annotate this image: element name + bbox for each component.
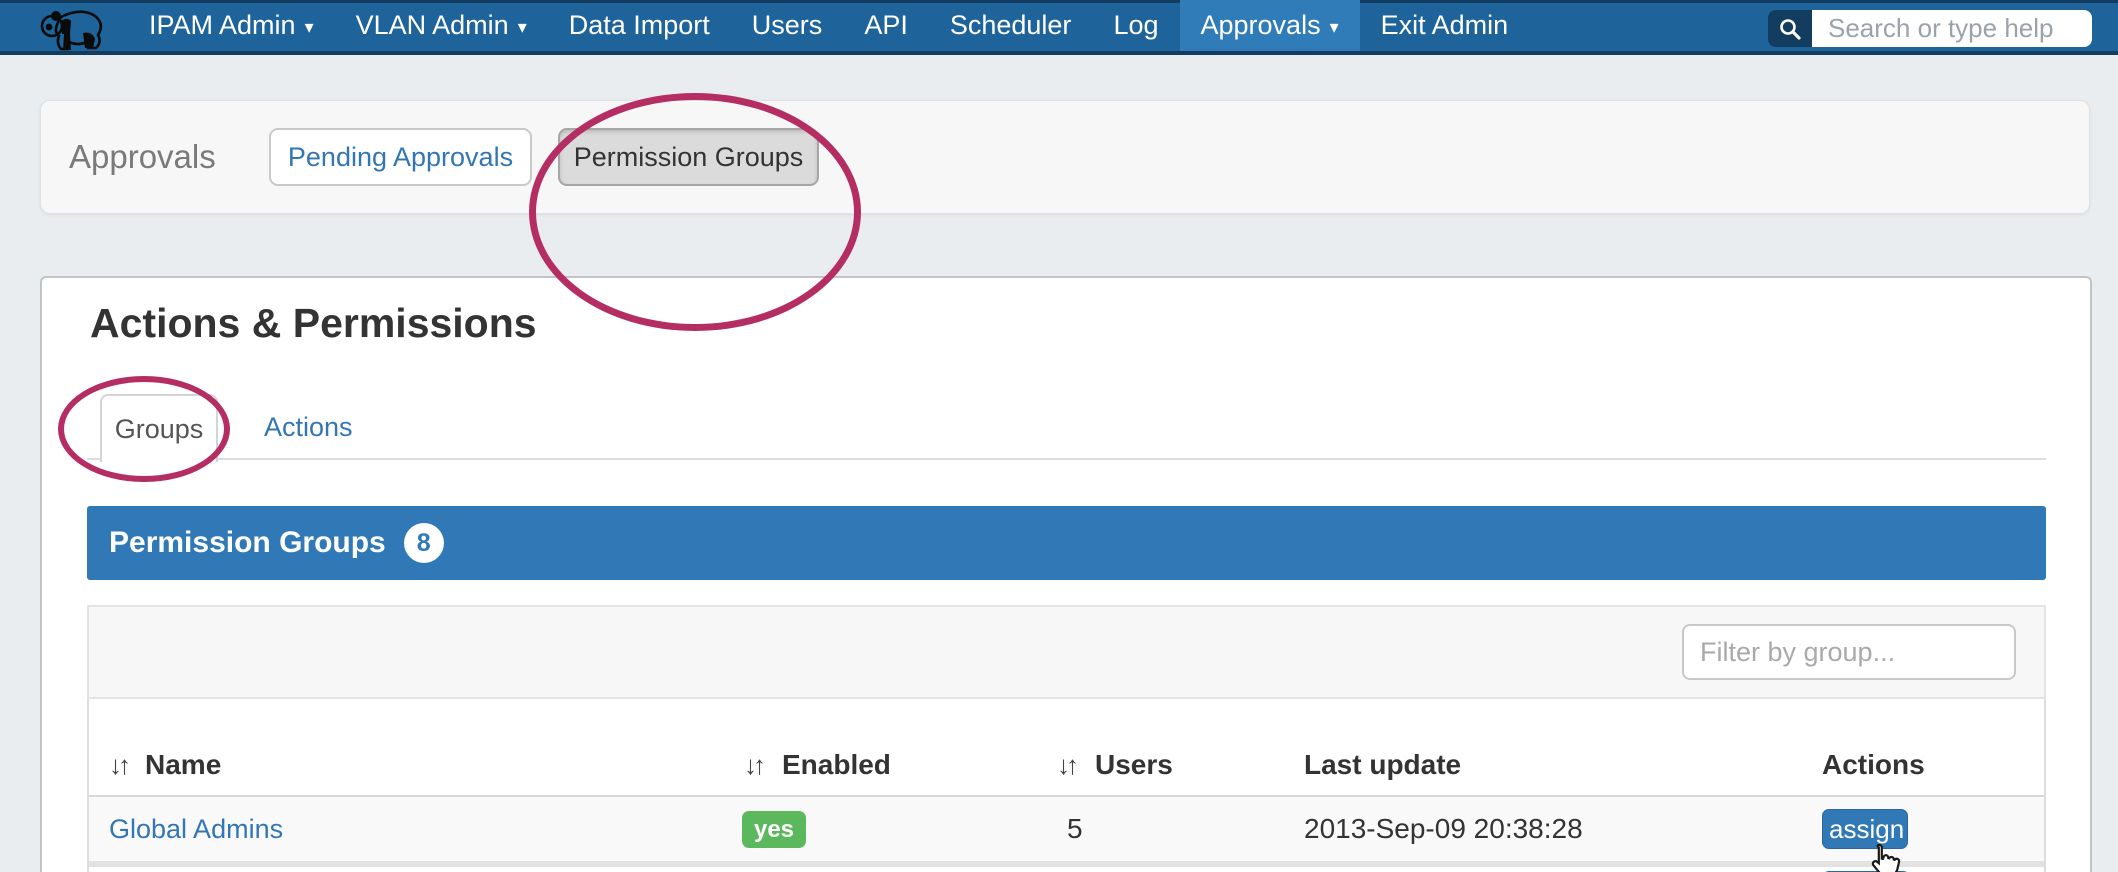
table-toolbar [87, 605, 2046, 699]
nav-label: Scheduler [950, 10, 1072, 41]
nav-item-exit-admin[interactable]: Exit Admin [1360, 0, 1530, 51]
tab-actions[interactable]: Actions [238, 394, 379, 460]
nav-label: Users [752, 10, 823, 41]
sort-icon[interactable]: ↓↑ [109, 750, 127, 781]
nav-label: IPAM Admin [149, 10, 296, 41]
column-header-enabled[interactable]: Enabled [782, 749, 891, 781]
column-header-last-update: Last update [1304, 749, 1461, 781]
table-row-partial [89, 867, 2044, 872]
caret-down-icon: ▾ [1330, 17, 1339, 38]
permission-groups-table: ↓↑ Name ↓↑ Enabled ↓↑ Users Last update … [87, 699, 2046, 872]
nav-label: Exit Admin [1381, 10, 1509, 41]
nav-item-vlan-admin[interactable]: VLAN Admin ▾ [335, 0, 548, 51]
nav-item-approvals[interactable]: Approvals ▾ [1180, 0, 1360, 51]
permission-groups-button[interactable]: Permission Groups [558, 128, 819, 186]
actions-permissions-card: Actions & Permissions Groups Actions Per… [40, 276, 2092, 872]
page: IPAM Admin ▾ VLAN Admin ▾ Data Import User… [0, 0, 2118, 872]
nav-menu: IPAM Admin ▾ VLAN Admin ▾ Data Import User… [128, 0, 1529, 51]
nav-item-users[interactable]: Users [731, 0, 844, 51]
assign-button[interactable]: assign [1822, 809, 1908, 849]
column-header-name[interactable]: Name [145, 749, 221, 781]
users-count: 5 [1067, 797, 1083, 861]
filter-by-group-input[interactable] [1682, 624, 2016, 680]
nav-item-api[interactable]: API [843, 0, 929, 51]
nav-item-ipam-admin[interactable]: IPAM Admin ▾ [128, 0, 335, 51]
top-navbar: IPAM Admin ▾ VLAN Admin ▾ Data Import User… [0, 0, 2118, 55]
count-badge: 8 [404, 523, 444, 563]
search-icon [1768, 10, 1812, 47]
sort-icon[interactable]: ↓↑ [1057, 750, 1075, 781]
group-name-link[interactable]: Global Admins [109, 797, 283, 861]
nav-label: Approvals [1201, 10, 1321, 41]
panel-title: Permission Groups [109, 526, 386, 560]
search-input[interactable] [1812, 10, 2092, 47]
nav-label: Log [1113, 10, 1158, 41]
tab-underline [87, 458, 2046, 460]
caret-down-icon: ▾ [305, 17, 314, 38]
sort-icon[interactable]: ↓↑ [744, 750, 762, 781]
nav-label: VLAN Admin [356, 10, 509, 41]
pending-approvals-button[interactable]: Pending Approvals [269, 128, 532, 186]
phpipam-logo-icon [36, 4, 110, 54]
page-title: Approvals [69, 101, 216, 213]
column-header-actions: Actions [1822, 749, 1925, 781]
section-title: Actions & Permissions [90, 300, 537, 347]
column-header-users[interactable]: Users [1095, 749, 1173, 781]
enabled-badge: yes [742, 811, 806, 848]
approvals-header-panel: Approvals Pending Approvals Permission G… [40, 100, 2090, 214]
last-update-value: 2013-Sep-09 20:38:28 [1304, 797, 1583, 861]
caret-down-icon: ▾ [518, 17, 527, 38]
permission-groups-panel-header: Permission Groups 8 [87, 506, 2046, 580]
nav-label: Data Import [569, 10, 710, 41]
nav-item-scheduler[interactable]: Scheduler [929, 0, 1093, 51]
navbar-search [1768, 10, 2092, 47]
tab-groups[interactable]: Groups [100, 394, 218, 462]
table-row: Global Admins yes 5 2013-Sep-09 20:38:28… [89, 797, 2044, 861]
nav-item-log[interactable]: Log [1092, 0, 1179, 51]
nav-label: API [864, 10, 908, 41]
nav-item-data-import[interactable]: Data Import [548, 0, 731, 51]
table-header-row: ↓↑ Name ↓↑ Enabled ↓↑ Users Last update … [89, 699, 2044, 797]
